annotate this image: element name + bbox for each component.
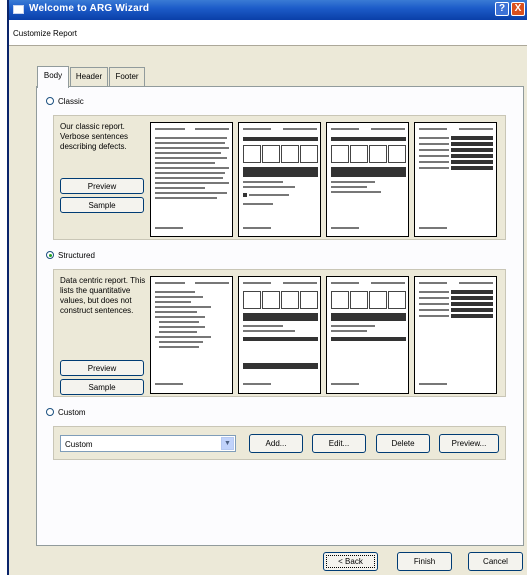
classic-group: Our classic report. Verbose sentences de… [53, 115, 506, 240]
wizard-window: Welcome to ARG Wizard ? X Customize Repo… [7, 0, 527, 575]
structured-preview-button[interactable]: Preview [60, 360, 144, 376]
classic-sample-button[interactable]: Sample [60, 197, 144, 213]
custom-preview-button[interactable]: Preview... [439, 434, 499, 453]
custom-radio-label[interactable]: Custom [58, 408, 86, 417]
structured-thumb-1 [150, 276, 233, 394]
custom-group: Custom ▼ Add... Edit... Delete Preview..… [53, 426, 506, 460]
custom-template-select[interactable]: Custom ▼ [60, 435, 236, 452]
classic-radio[interactable] [46, 97, 54, 105]
structured-thumb-2 [238, 276, 321, 394]
structured-thumb-3 [326, 276, 409, 394]
app-icon [13, 5, 24, 14]
structured-radio-label[interactable]: Structured [58, 251, 95, 260]
classic-thumb-2 [238, 122, 321, 237]
tab-header[interactable]: Header [70, 67, 108, 87]
structured-thumb-4 [414, 276, 497, 394]
wizard-footer: < Back Finish Cancel [9, 546, 527, 575]
add-button[interactable]: Add... [249, 434, 303, 453]
cancel-button[interactable]: Cancel [468, 552, 523, 571]
classic-preview-button[interactable]: Preview [60, 178, 144, 194]
window-title: Welcome to ARG Wizard [29, 3, 150, 14]
classic-thumb-4 [414, 122, 497, 237]
classic-thumb-1 [150, 122, 233, 237]
structured-description: Data centric report. This lists the quan… [60, 276, 146, 315]
tab-panel-body: Classic Our classic report. Verbose sent… [36, 86, 524, 546]
custom-select-value: Custom [65, 440, 93, 449]
wizard-header: Customize Report [9, 20, 527, 46]
edit-button[interactable]: Edit... [312, 434, 366, 453]
tab-footer[interactable]: Footer [109, 67, 145, 87]
page-title: Customize Report [13, 29, 78, 38]
structured-group: Data centric report. This lists the quan… [53, 269, 506, 397]
help-button[interactable]: ? [495, 2, 509, 16]
classic-thumb-3 [326, 122, 409, 237]
classic-description: Our classic report. Verbose sentences de… [60, 122, 129, 151]
close-button[interactable]: X [511, 2, 525, 16]
title-bar[interactable]: Welcome to ARG Wizard ? X [9, 0, 527, 20]
tab-body[interactable]: Body [37, 66, 69, 88]
back-button[interactable]: < Back [323, 552, 378, 571]
classic-radio-label[interactable]: Classic [58, 97, 84, 106]
delete-button[interactable]: Delete [376, 434, 430, 453]
chevron-down-icon[interactable]: ▼ [221, 437, 234, 450]
finish-button[interactable]: Finish [397, 552, 452, 571]
custom-radio[interactable] [46, 408, 54, 416]
structured-radio[interactable] [46, 251, 54, 259]
structured-sample-button[interactable]: Sample [60, 379, 144, 395]
